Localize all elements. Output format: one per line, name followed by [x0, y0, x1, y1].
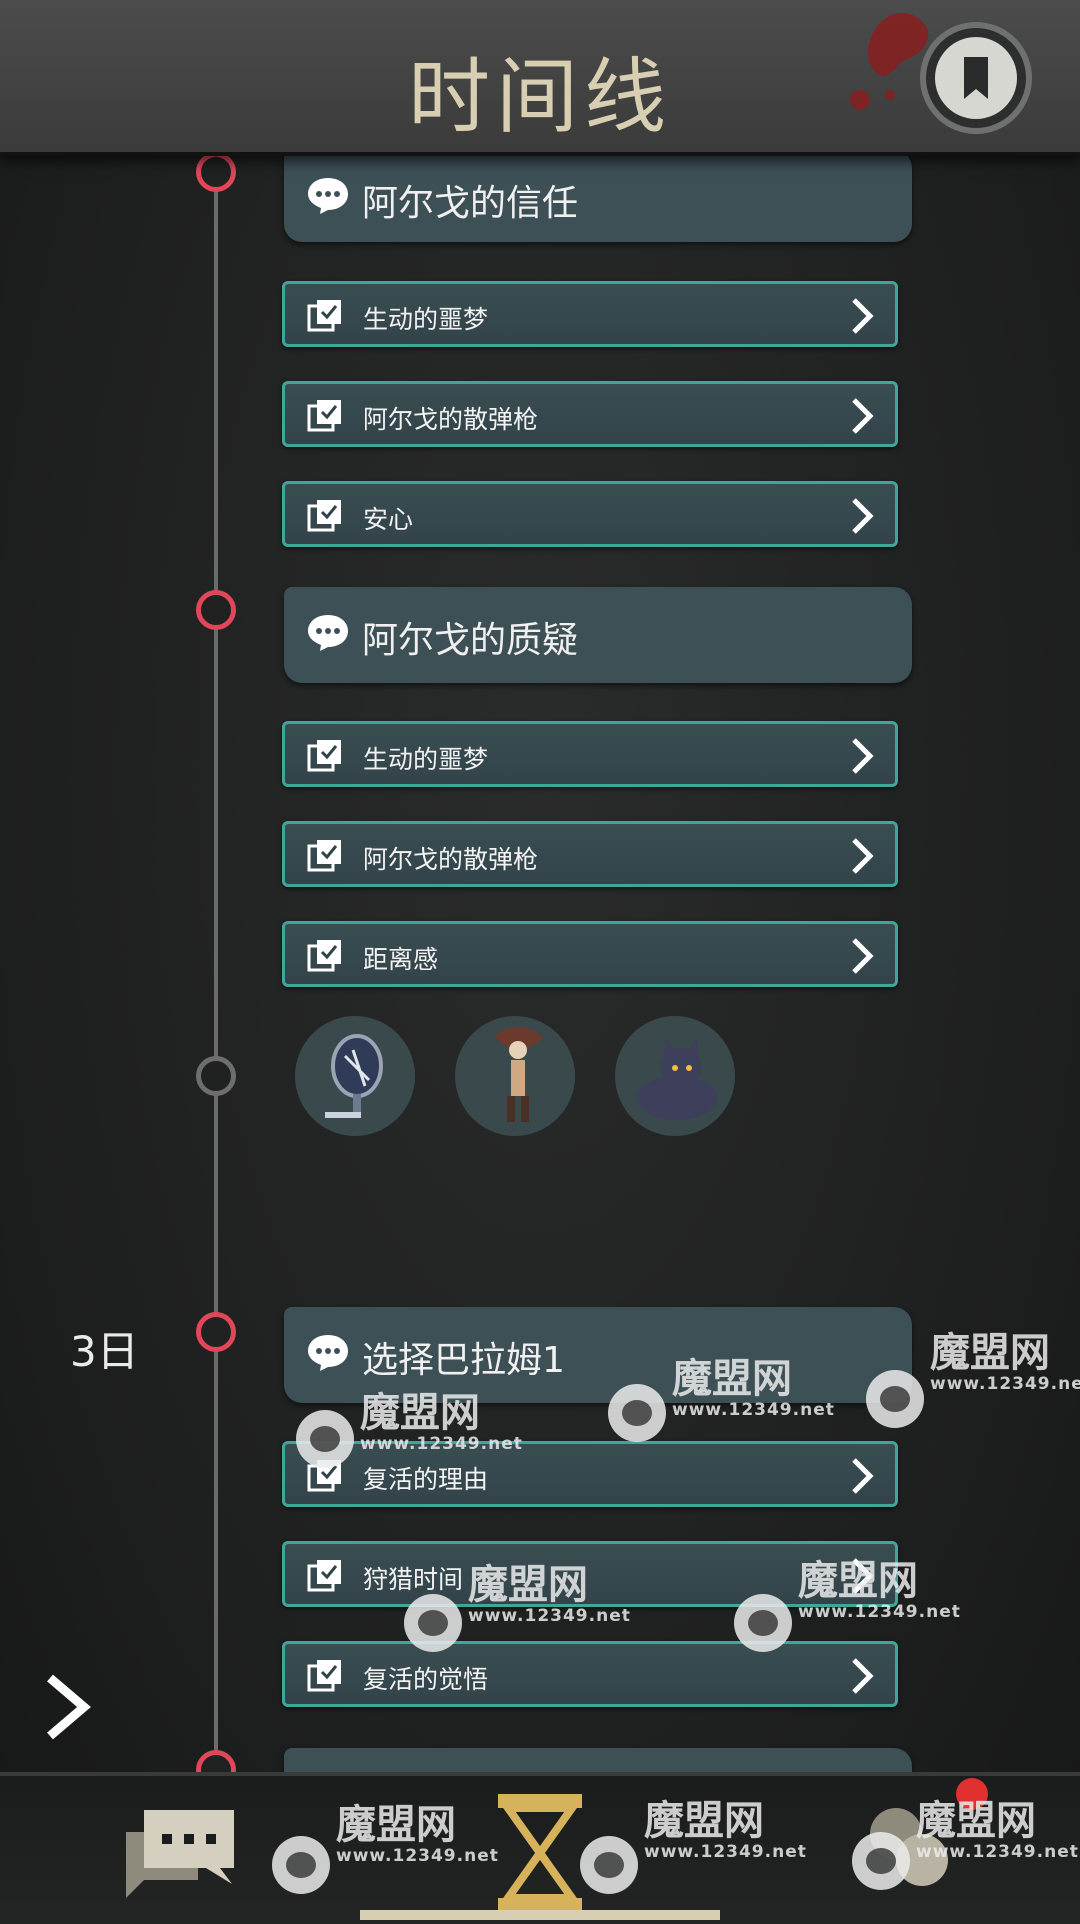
chat-bubble-icon — [308, 615, 348, 651]
watermark-logo-icon — [852, 1832, 910, 1890]
watermark: 魔盟网 www.12349.net — [916, 1798, 1079, 1862]
watermark: 魔盟网 www.12349.net — [672, 1356, 835, 1420]
character-avatar-cat[interactable] — [615, 1016, 735, 1136]
bookmark-button[interactable] — [920, 22, 1032, 134]
choice-label: 狩猎时间 — [363, 1565, 464, 1594]
choice-label: 距离感 — [363, 945, 439, 974]
timeline-line — [214, 152, 218, 1772]
checked-box-icon — [307, 300, 341, 332]
watermark: 魔盟网 www.12349.net — [360, 1390, 523, 1454]
checked-box-icon — [307, 840, 341, 872]
choice-row[interactable]: 阿尔戈的散弹枪 — [282, 381, 898, 447]
choice-row[interactable]: 复活的觉悟 — [282, 1641, 898, 1707]
chat-tab-icon[interactable] — [120, 1798, 240, 1902]
header-bar: 时间线 — [0, 0, 1080, 156]
checked-box-icon — [307, 1660, 341, 1692]
event-title: 选择巴拉姆1 — [362, 1340, 565, 1381]
choice-label: 复活的觉悟 — [363, 1665, 489, 1694]
checked-box-icon — [307, 1560, 341, 1592]
choice-row[interactable]: 生动的噩梦 — [282, 721, 898, 787]
chevron-right-icon — [852, 938, 874, 974]
character-avatar-figure[interactable] — [455, 1016, 575, 1136]
choice-label: 安心 — [363, 505, 414, 534]
choice-row[interactable]: 阿尔戈的散弹枪 — [282, 821, 898, 887]
timeline-node-inactive — [196, 1056, 236, 1096]
active-tab-indicator — [360, 1910, 720, 1920]
chevron-right-icon — [852, 298, 874, 334]
choice-row[interactable]: 安心 — [282, 481, 898, 547]
choice-label: 生动的噩梦 — [363, 305, 489, 334]
day-label: 3日 — [70, 1327, 139, 1376]
expand-arrow-icon[interactable] — [40, 1672, 96, 1742]
choice-label: 复活的理由 — [363, 1465, 489, 1494]
chat-bubble-icon — [308, 1335, 348, 1371]
watermark: 魔盟网 www.12349.net — [336, 1802, 499, 1866]
mirror-icon — [325, 1034, 383, 1118]
chat-bubble-icon — [308, 178, 348, 214]
chevron-right-icon — [852, 1458, 874, 1494]
event-title: 阿尔戈的信任 — [362, 183, 579, 224]
checked-box-icon — [307, 740, 341, 772]
event-card[interactable]: 阿尔戈的质疑 — [284, 587, 912, 683]
checked-box-icon — [307, 500, 341, 532]
watermark: 魔盟网 www.12349.net — [644, 1798, 807, 1862]
watermark-logo-icon — [404, 1594, 462, 1652]
character-avatar-mirror[interactable] — [295, 1016, 415, 1136]
checked-box-icon — [307, 940, 341, 972]
watermark-logo-icon — [272, 1836, 330, 1894]
watermark-logo-icon — [580, 1836, 638, 1894]
watermark-logo-icon — [866, 1370, 924, 1428]
timeline-node — [196, 1312, 236, 1352]
black-cat-icon — [637, 1038, 717, 1120]
watermark: 魔盟网 www.12349.net — [798, 1558, 961, 1622]
choice-label: 阿尔戈的散弹枪 — [363, 405, 539, 434]
timeline-node — [196, 152, 236, 192]
chevron-right-icon — [852, 838, 874, 874]
checked-box-icon — [307, 400, 341, 432]
choice-label: 生动的噩梦 — [363, 745, 489, 774]
event-title: 阿尔戈的质疑 — [362, 620, 579, 661]
choice-row[interactable]: 距离感 — [282, 921, 898, 987]
watermark-logo-icon — [734, 1594, 792, 1652]
chevron-right-icon — [852, 498, 874, 534]
chevron-right-icon — [852, 738, 874, 774]
chevron-right-icon — [852, 398, 874, 434]
timeline-node — [196, 590, 236, 630]
choice-row[interactable]: 生动的噩梦 — [282, 281, 898, 347]
chevron-right-icon — [852, 1658, 874, 1694]
watermark: 魔盟网 www.12349.net — [930, 1330, 1080, 1394]
event-card[interactable]: 阿尔戈的信任 — [284, 150, 912, 242]
long-haired-figure-icon — [495, 1027, 543, 1122]
watermark: 魔盟网 www.12349.net — [468, 1562, 631, 1626]
hourglass-tab-icon[interactable] — [494, 1790, 586, 1916]
watermark-logo-icon — [296, 1410, 354, 1468]
bookmark-icon — [964, 57, 988, 99]
watermark-logo-icon — [608, 1384, 666, 1442]
choice-label: 阿尔戈的散弹枪 — [363, 845, 539, 874]
